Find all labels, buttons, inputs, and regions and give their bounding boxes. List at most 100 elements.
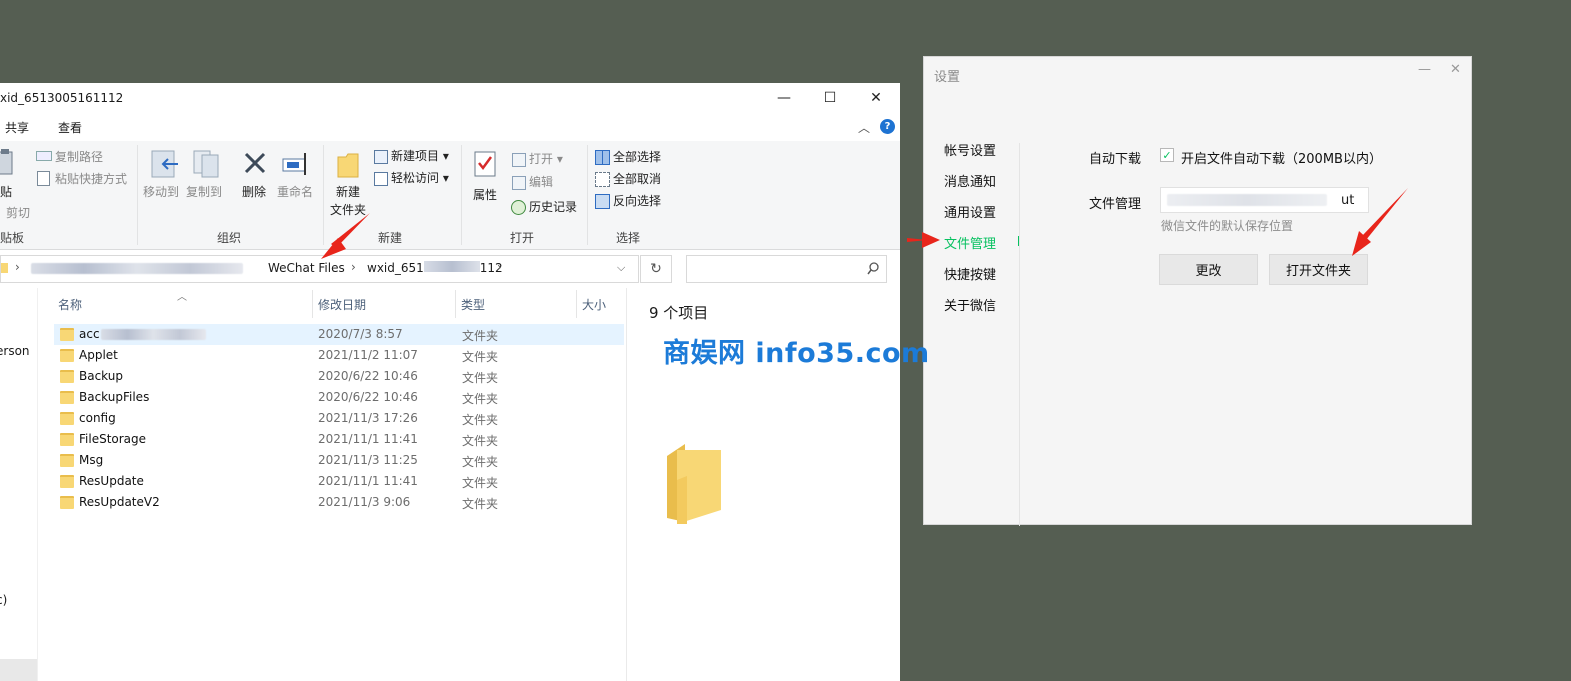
properties-icon	[474, 151, 496, 177]
properties-button[interactable]: 属性	[473, 186, 497, 203]
change-button[interactable]: 更改	[1159, 254, 1258, 285]
nav-scroll-area	[0, 659, 37, 681]
invert-selection-button[interactable]: 反向选择	[613, 192, 661, 209]
table-row[interactable]: ResUpdate 2021/11/1 11:41 文件夹	[54, 471, 624, 492]
open-folder-button[interactable]: 打开文件夹	[1269, 254, 1368, 285]
auto-download-label: 自动下载	[1089, 152, 1142, 167]
nav-about-wechat[interactable]: 关于微信	[944, 295, 996, 314]
edit-button[interactable]: 编辑	[529, 173, 553, 190]
select-none-icon	[595, 172, 610, 187]
auto-download-checkbox[interactable]: ✓	[1160, 148, 1174, 162]
maximize-button[interactable]: ☐	[807, 83, 853, 113]
copy-path-icon	[36, 151, 52, 161]
redacted-path	[31, 263, 243, 274]
table-row[interactable]: FileStorage 2021/11/1 11:41 文件夹	[54, 429, 624, 450]
nav-item-fragment[interactable]: erson	[0, 344, 30, 358]
save-path-field: ut	[1160, 187, 1369, 213]
rename-button[interactable]: 重命名	[277, 183, 313, 200]
breadcrumb-wxid[interactable]: wxid_651 112	[367, 261, 503, 275]
settings-divider	[1019, 143, 1020, 526]
nav-item-fragment[interactable]: c)	[0, 593, 7, 607]
file-date: 2021/11/3 9:06	[318, 495, 411, 509]
table-row[interactable]: Backup 2020/6/22 10:46 文件夹	[54, 366, 624, 387]
paste-shortcut-button[interactable]: 粘贴快捷方式	[55, 170, 127, 187]
settings-minimize-button[interactable]: —	[1418, 62, 1431, 77]
table-row[interactable]: Msg 2021/11/3 11:25 文件夹	[54, 450, 624, 471]
column-separator[interactable]	[576, 290, 577, 318]
navigation-pane: erson c)	[0, 288, 38, 681]
copy-path-button[interactable]: 复制路径	[55, 148, 103, 165]
folder-icon	[60, 370, 74, 383]
tab-share[interactable]: 共享	[5, 119, 29, 136]
table-row[interactable]: acc 2020/7/3 8:57 文件夹	[54, 324, 624, 345]
move-to-button[interactable]: 移动到	[143, 183, 179, 200]
folder-icon	[60, 391, 74, 404]
open-icon	[512, 153, 526, 167]
help-icon[interactable]: ?	[880, 119, 895, 134]
move-to-icon	[151, 150, 178, 178]
file-name: BackupFiles	[79, 390, 150, 404]
save-path-suffix: ut	[1341, 193, 1355, 208]
refresh-button[interactable]: ↻	[640, 255, 672, 283]
easy-access-button[interactable]: 轻松访问 ▾	[391, 169, 449, 186]
paste-shortcut-icon	[37, 171, 50, 186]
new-folder-icon	[337, 153, 359, 178]
delete-button[interactable]: 删除	[242, 183, 266, 200]
nav-account-settings[interactable]: 帐号设置	[944, 140, 996, 159]
select-none-button[interactable]: 全部取消	[613, 170, 661, 187]
breadcrumb-separator: ›	[15, 260, 20, 274]
file-management-label: 文件管理	[1089, 197, 1142, 212]
file-date: 2021/11/3 11:25	[318, 453, 418, 467]
search-input[interactable]	[686, 255, 887, 283]
close-button[interactable]: ✕	[853, 83, 899, 113]
select-all-button[interactable]: 全部选择	[613, 148, 661, 165]
open-button[interactable]: 打开 ▾	[529, 150, 563, 167]
cut-button[interactable]: 剪切	[6, 204, 30, 221]
table-row[interactable]: config 2021/11/3 17:26 文件夹	[54, 408, 624, 429]
copy-to-button[interactable]: 复制到	[186, 183, 222, 200]
column-separator[interactable]	[455, 290, 456, 318]
column-separator[interactable]	[312, 290, 313, 318]
file-name: FileStorage	[79, 432, 147, 446]
address-row: › WeChat Files › wxid_651 112 › ⌵ ↻	[0, 250, 900, 286]
folder-icon	[60, 454, 74, 467]
new-folder-button-line2[interactable]: 文件夹	[330, 201, 366, 218]
table-row[interactable]: BackupFiles 2020/6/22 10:46 文件夹	[54, 387, 624, 408]
new-item-button[interactable]: 新建项目 ▾	[391, 147, 449, 164]
column-size[interactable]: 大小	[582, 296, 606, 313]
column-name[interactable]: 名称	[58, 296, 82, 313]
nav-file-management[interactable]: 文件管理	[944, 233, 996, 252]
breadcrumb-wechat-files[interactable]: WeChat Files	[268, 261, 345, 275]
file-date: 2021/11/1 11:41	[318, 432, 418, 446]
file-name: Msg	[79, 453, 104, 467]
nav-shortcuts[interactable]: 快捷按键	[944, 264, 996, 283]
history-button[interactable]: 历史记录	[529, 198, 577, 215]
folder-icon	[1, 263, 8, 273]
collapse-ribbon-icon[interactable]: ︿	[858, 119, 870, 136]
nav-notifications[interactable]: 消息通知	[944, 171, 996, 190]
paste-button[interactable]: 贴	[0, 183, 12, 200]
ribbon-separator	[587, 145, 588, 245]
column-type[interactable]: 类型	[461, 296, 485, 313]
address-bar[interactable]: › WeChat Files › wxid_651 112 › ⌵	[0, 255, 639, 283]
ribbon-separator	[323, 145, 324, 245]
auto-download-option[interactable]: 开启文件自动下载（200MB以内）	[1181, 148, 1382, 167]
file-type: 文件夹	[462, 413, 499, 427]
new-folder-button[interactable]: 新建	[336, 183, 360, 200]
column-date[interactable]: 修改日期	[318, 296, 366, 313]
delete-icon	[244, 152, 266, 174]
explorer-title: xid_6513005161112	[0, 91, 124, 105]
folder-icon	[60, 349, 74, 362]
table-row[interactable]: ResUpdateV2 2021/11/3 9:06 文件夹	[54, 492, 624, 513]
minimize-button[interactable]: —	[761, 83, 807, 113]
nav-general-settings[interactable]: 通用设置	[944, 202, 996, 221]
new-item-icon	[374, 150, 388, 164]
settings-close-button[interactable]: ✕	[1450, 62, 1461, 77]
file-name: config	[79, 411, 116, 425]
wechat-settings-window: 设置 — ✕ 帐号设置 消息通知 通用设置 文件管理 快捷按键 关于微信 自动下…	[923, 56, 1472, 526]
address-dropdown-icon[interactable]: ⌵	[617, 261, 625, 275]
table-row[interactable]: Applet 2021/11/2 11:07 文件夹	[54, 345, 624, 366]
save-path-hint: 微信文件的默认保存位置	[1161, 219, 1294, 233]
search-icon	[867, 262, 879, 275]
tab-view[interactable]: 查看	[58, 119, 82, 136]
